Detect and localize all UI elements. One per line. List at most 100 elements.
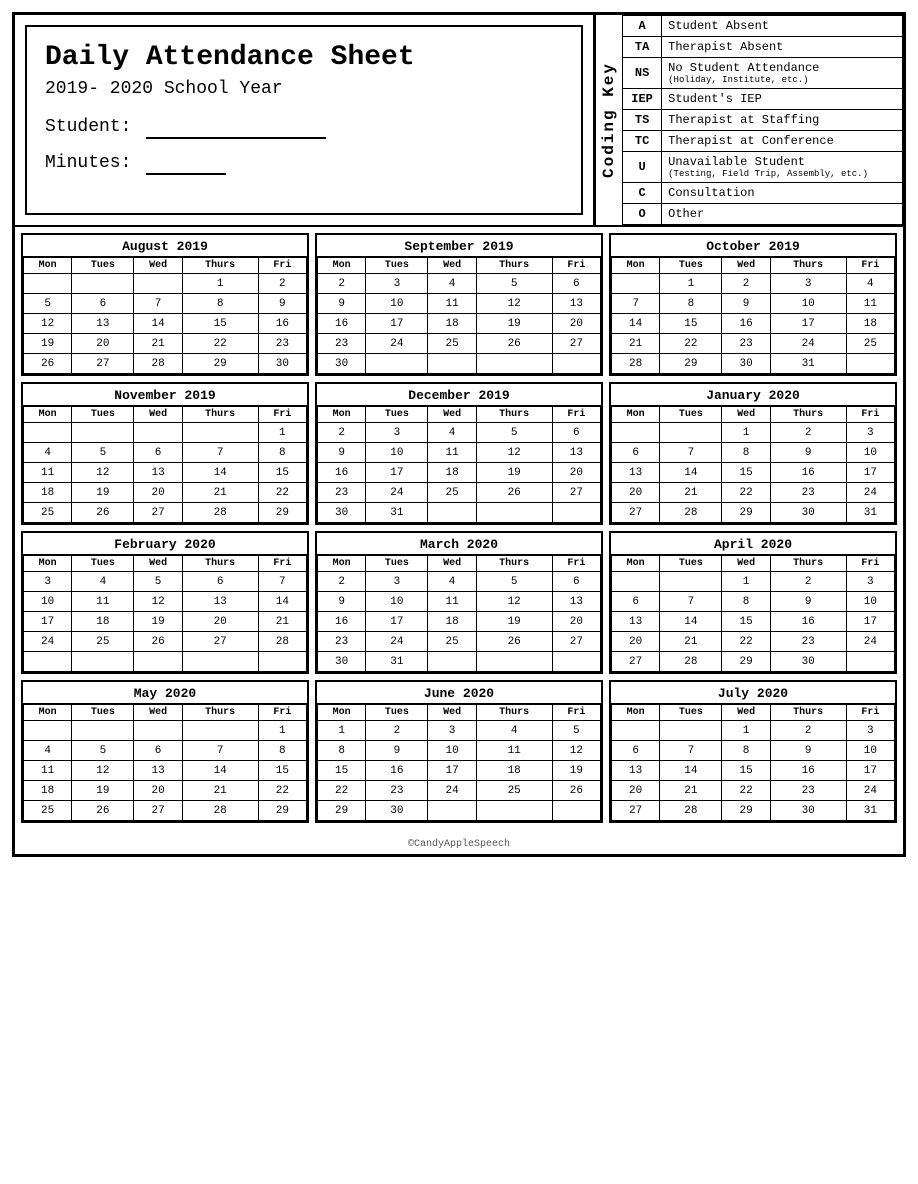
- calendar-day-cell: 19: [476, 612, 552, 632]
- coding-key-desc: Therapist at Conference: [662, 131, 903, 152]
- calendar-day-cell: 19: [134, 612, 182, 632]
- calendar-day-cell: 3: [366, 423, 428, 443]
- calendar-day-cell: 28: [258, 632, 306, 652]
- calendar-day-cell: 9: [770, 443, 846, 463]
- calendar-day-cell: 5: [134, 572, 182, 592]
- coding-key-label: Coding Key: [595, 15, 622, 225]
- calendar-day-header: Tues: [366, 407, 428, 423]
- calendar-day-header: Fri: [552, 407, 600, 423]
- calendar-day-cell: [612, 721, 660, 741]
- calendar-day-cell: 25: [72, 632, 134, 652]
- calendar-day-cell: 16: [318, 314, 366, 334]
- calendar-day-cell: 28: [660, 503, 722, 523]
- calendar-day-cell: [846, 354, 894, 374]
- calendar-day-cell: 1: [258, 423, 306, 443]
- calendar-day-cell: 16: [770, 612, 846, 632]
- calendar-day-cell: 17: [846, 761, 894, 781]
- calendar-day-cell: 31: [770, 354, 846, 374]
- calendar-day-cell: 15: [722, 761, 770, 781]
- calendar-day-header: Fri: [846, 407, 894, 423]
- calendar-day-cell: 19: [476, 314, 552, 334]
- calendar-day-cell: 1: [722, 423, 770, 443]
- calendar-day-cell: 22: [722, 483, 770, 503]
- calendar-day-header: Tues: [660, 705, 722, 721]
- calendar-day-header: Mon: [24, 258, 72, 274]
- calendar-day-cell: 15: [722, 612, 770, 632]
- calendar-table: MonTuesWedThursFri1236789101314151617202…: [611, 406, 895, 523]
- calendar-day-header: Thurs: [770, 556, 846, 572]
- calendar-box: September 2019MonTuesWedThursFri23456910…: [315, 233, 603, 376]
- calendar-day-header: Wed: [134, 556, 182, 572]
- calendar-day-header: Tues: [660, 258, 722, 274]
- calendar-row: August 2019MonTuesWedThursFri12567891213…: [21, 233, 897, 376]
- calendar-day-cell: 10: [366, 592, 428, 612]
- calendar-day-cell: [612, 274, 660, 294]
- calendar-row: November 2019MonTuesWedThursFri145678111…: [21, 382, 897, 525]
- calendar-day-cell: 24: [366, 483, 428, 503]
- calendar-day-cell: 21: [660, 632, 722, 652]
- calendar-day-header: Wed: [722, 705, 770, 721]
- calendar-day-cell: 21: [134, 334, 182, 354]
- calendar-day-cell: 22: [722, 781, 770, 801]
- calendar-day-cell: 17: [846, 463, 894, 483]
- calendar-day-cell: 6: [552, 572, 600, 592]
- calendar-day-cell: 4: [846, 274, 894, 294]
- calendar-day-cell: 21: [660, 483, 722, 503]
- calendar-day-cell: 14: [182, 463, 258, 483]
- calendar-day-cell: 9: [258, 294, 306, 314]
- calendar-box: January 2020MonTuesWedThursFri1236789101…: [609, 382, 897, 525]
- calendar-day-cell: 17: [428, 761, 476, 781]
- calendar-day-cell: [428, 652, 476, 672]
- calendar-day-cell: 13: [134, 463, 182, 483]
- footer: ©CandyAppleSpeech: [15, 835, 903, 854]
- calendar-day-cell: 1: [318, 721, 366, 741]
- calendar-table: MonTuesWedThursFri2345691011121316171819…: [317, 555, 601, 672]
- calendar-day-cell: [366, 354, 428, 374]
- calendar-day-cell: [552, 801, 600, 821]
- calendar-table: MonTuesWedThursFri2345691011121316171819…: [317, 257, 601, 374]
- calendar-day-cell: 19: [24, 334, 72, 354]
- calendar-day-cell: 13: [552, 294, 600, 314]
- calendar-day-cell: 20: [134, 781, 182, 801]
- calendar-month-title: December 2019: [317, 384, 601, 406]
- school-year: 2019- 2020 School Year: [45, 79, 563, 99]
- calendar-day-cell: 6: [134, 443, 182, 463]
- calendar-day-cell: 7: [660, 443, 722, 463]
- student-field: Student:: [45, 117, 563, 139]
- calendar-day-cell: 2: [318, 274, 366, 294]
- calendar-day-cell: 20: [552, 612, 600, 632]
- coding-key-desc: Student Absent: [662, 16, 903, 37]
- coding-key-code: O: [623, 204, 662, 225]
- calendar-day-header: Mon: [24, 556, 72, 572]
- calendar-day-cell: 9: [770, 741, 846, 761]
- coding-key-code: NS: [623, 58, 662, 89]
- calendar-day-cell: 15: [660, 314, 722, 334]
- calendar-day-cell: [612, 423, 660, 443]
- calendar-day-cell: 7: [182, 443, 258, 463]
- calendar-day-cell: 27: [552, 632, 600, 652]
- calendar-day-cell: 23: [770, 781, 846, 801]
- calendar-day-cell: 3: [428, 721, 476, 741]
- calendar-day-cell: 16: [770, 463, 846, 483]
- calendar-day-cell: 22: [660, 334, 722, 354]
- calendar-day-header: Wed: [722, 407, 770, 423]
- calendar-day-cell: 13: [552, 443, 600, 463]
- calendar-day-cell: 30: [366, 801, 428, 821]
- calendar-day-cell: 16: [318, 612, 366, 632]
- calendar-table: MonTuesWedThursFri1236789101314151617202…: [611, 704, 895, 821]
- calendar-month-title: March 2020: [317, 533, 601, 555]
- calendar-day-cell: 22: [182, 334, 258, 354]
- calendar-day-header: Mon: [318, 705, 366, 721]
- calendar-day-header: Thurs: [476, 258, 552, 274]
- calendar-month-title: October 2019: [611, 235, 895, 257]
- coding-key-desc: No Student Attendance(Holiday, Institute…: [662, 58, 903, 89]
- calendar-day-cell: 31: [846, 503, 894, 523]
- calendar-day-cell: 1: [182, 274, 258, 294]
- calendar-day-cell: [476, 652, 552, 672]
- calendar-month-title: June 2020: [317, 682, 601, 704]
- calendar-table: MonTuesWedThursFri1234589101112151617181…: [317, 704, 601, 821]
- calendar-day-cell: 5: [476, 572, 552, 592]
- coding-key-desc: Unavailable Student(Testing, Field Trip,…: [662, 152, 903, 183]
- calendar-day-cell: 14: [182, 761, 258, 781]
- calendar-day-cell: 29: [258, 801, 306, 821]
